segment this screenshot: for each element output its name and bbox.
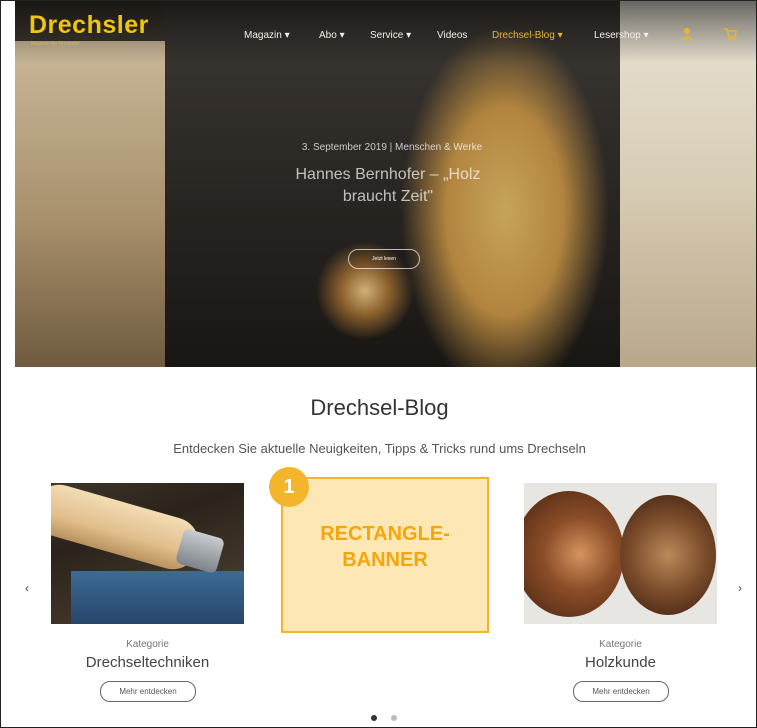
- logo-tagline: Magazin für Drechsler: [31, 41, 80, 47]
- category-image-drechseltechniken[interactable]: [51, 483, 244, 624]
- page-frame: Drechsler Magazin für Drechsler Magazin …: [0, 0, 757, 728]
- carousel-dot-active[interactable]: [371, 715, 377, 721]
- nav-item-magazin[interactable]: Magazin ▾: [244, 30, 290, 41]
- nav-item-abo[interactable]: Abo ▾: [319, 30, 345, 41]
- lathe-shape: [71, 571, 244, 624]
- carousel-prev-arrow[interactable]: ‹: [25, 581, 29, 595]
- section-subtitle: Entdecken Sie aktuelle Neuigkeiten, Tipp…: [173, 441, 586, 456]
- nav-item-lesershop[interactable]: Lesershop ▾: [594, 30, 649, 41]
- hero-read-button[interactable]: Jetzt lesen: [348, 249, 420, 269]
- carousel-dot[interactable]: [391, 715, 397, 721]
- wood-disc-shape: [620, 495, 716, 615]
- category-name[interactable]: Drechseltechniken: [51, 654, 244, 671]
- carousel-next-arrow[interactable]: ›: [738, 581, 742, 595]
- category-image-holzkunde[interactable]: [524, 483, 717, 624]
- nav-item-drechsel-blog[interactable]: Drechsel-Blog ▾: [492, 30, 563, 41]
- nav-item-service[interactable]: Service ▾: [370, 30, 411, 41]
- rectangle-banner[interactable]: RECTANGLE- BANNER: [281, 477, 489, 633]
- category-label: Kategorie: [126, 639, 169, 650]
- banner-label: RECTANGLE- BANNER: [320, 523, 450, 571]
- user-icon[interactable]: [680, 27, 694, 41]
- more-button-drechseltechniken[interactable]: Mehr entdecken: [100, 681, 196, 702]
- cart-icon[interactable]: [723, 27, 737, 41]
- category-name[interactable]: Holzkunde: [524, 654, 717, 671]
- nav-item-videos[interactable]: Videos: [437, 30, 467, 41]
- wood-disc-shape: [524, 491, 624, 617]
- more-button-holzkunde[interactable]: Mehr entdecken: [573, 681, 669, 702]
- hero-title[interactable]: Hannes Bernhofer – „Holz braucht Zeit": [273, 164, 503, 208]
- category-label: Kategorie: [599, 639, 642, 650]
- site-logo[interactable]: Drechsler: [29, 11, 149, 40]
- section-title: Drechsel-Blog: [310, 395, 449, 420]
- hero-image-left: [15, 41, 165, 367]
- hero-date: 3. September 2019 | Menschen & Werke: [301, 142, 483, 153]
- banner-number-badge: 1: [269, 467, 309, 507]
